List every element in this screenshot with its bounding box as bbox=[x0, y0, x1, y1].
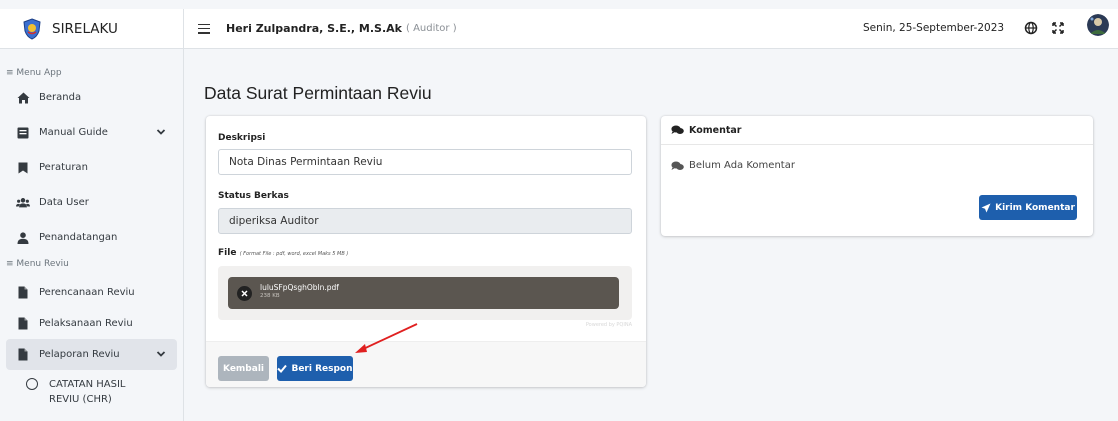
annotation-arrow-icon bbox=[355, 323, 418, 353]
bookmark-icon bbox=[16, 161, 30, 175]
home-icon bbox=[16, 91, 30, 105]
sidebar-item-label: Data User bbox=[39, 197, 89, 208]
form-card: Deskripsi Nota Dinas Permintaan Reviu St… bbox=[206, 116, 646, 387]
description-label: Deskripsi bbox=[218, 133, 266, 143]
sidebar-item-pelaporan-reviu[interactable]: Pelaporan Reviu bbox=[6, 339, 177, 370]
user-name: Heri Zulpandra, S.E., M.S.Ak bbox=[226, 22, 402, 35]
status-field: diperiksa Auditor bbox=[218, 208, 632, 234]
globe-icon[interactable] bbox=[1024, 21, 1038, 35]
sidebar-item-label: Beranda bbox=[39, 92, 82, 103]
comments-title: Komentar bbox=[689, 124, 742, 136]
no-comment-text: Belum Ada Komentar bbox=[689, 160, 795, 171]
sidebar-item-peraturan[interactable]: Peraturan bbox=[6, 152, 177, 183]
remove-file-button[interactable] bbox=[237, 286, 252, 301]
sidebar-subitem-label: CATATAN HASIL REVIU (CHR) bbox=[49, 379, 126, 405]
sidebar-item-label: Perencanaan Reviu bbox=[39, 287, 135, 298]
users-icon bbox=[16, 196, 30, 210]
sidebar-subitem-chr[interactable]: CATATAN HASIL REVIU (CHR) bbox=[6, 370, 177, 416]
fullscreen-icon[interactable] bbox=[1051, 21, 1065, 35]
circle-icon bbox=[26, 378, 38, 390]
menu-header-app: ≡ Menu App bbox=[6, 68, 62, 78]
back-button[interactable]: Kembali bbox=[218, 356, 269, 381]
sidebar-item-label: Penandatangan bbox=[39, 232, 118, 243]
file-label-text: File bbox=[218, 248, 237, 258]
current-date: Senin, 25-September-2023 bbox=[863, 22, 1005, 34]
sidebar-item-data-user[interactable]: Data User bbox=[6, 187, 177, 218]
page-title: Data Surat Permintaan Reviu bbox=[204, 83, 432, 103]
send-comment-label: Kirim Komentar bbox=[995, 202, 1075, 213]
sidebar-item-label: Pelaporan Reviu bbox=[39, 349, 120, 360]
file-label: File ( Format File : pdf, word, excel Ma… bbox=[218, 248, 348, 258]
brand[interactable]: SIRELAKU bbox=[0, 9, 183, 49]
no-comment-message: Belum Ada Komentar bbox=[671, 160, 795, 171]
chevron-down-icon[interactable] bbox=[155, 126, 167, 138]
close-icon bbox=[241, 290, 248, 297]
uploaded-file: luluSFpQsghObln.pdf 238 KB bbox=[228, 277, 619, 309]
chevron-down-icon[interactable] bbox=[155, 348, 167, 360]
check-icon bbox=[277, 364, 288, 373]
file-icon bbox=[16, 348, 30, 362]
comments-icon bbox=[671, 125, 684, 134]
comments-icon bbox=[671, 161, 684, 170]
user-role: ( Auditor ) bbox=[405, 23, 457, 34]
file-dropzone[interactable]: luluSFpQsghObln.pdf 238 KB bbox=[218, 266, 632, 320]
status-label: Status Berkas bbox=[218, 191, 289, 201]
description-field[interactable]: Nota Dinas Permintaan Reviu bbox=[218, 149, 632, 175]
sidebar-item-label: Peraturan bbox=[39, 162, 88, 173]
logo-icon bbox=[23, 17, 41, 40]
file-name: luluSFpQsghObln.pdf bbox=[260, 283, 339, 292]
file-size: 238 KB bbox=[260, 293, 280, 299]
respond-button[interactable]: Beri Respon bbox=[277, 356, 353, 381]
sidebar: SIRELAKU ≡ Menu App Beranda Manual Guide… bbox=[0, 9, 184, 421]
book-icon bbox=[16, 126, 30, 140]
file-format-hint: ( Format File : pdf, word, excel Maks 5 … bbox=[239, 251, 349, 257]
menu-header-reviu: ≡ Menu Reviu bbox=[6, 259, 69, 269]
user-icon bbox=[16, 231, 30, 245]
topbar: Heri Zulpandra, S.E., M.S.Ak ( Auditor )… bbox=[184, 9, 1118, 49]
file-icon bbox=[16, 286, 30, 300]
menu-icon[interactable] bbox=[198, 23, 210, 34]
form-footer: Kembali Beri Respon bbox=[206, 341, 646, 387]
sidebar-item-perencanaan-reviu[interactable]: Perencanaan Reviu bbox=[6, 277, 177, 308]
sidebar-item-label: Pelaksanaan Reviu bbox=[39, 318, 133, 329]
sidebar-item-beranda[interactable]: Beranda bbox=[6, 82, 177, 113]
sidebar-item-pelaksanaan-reviu[interactable]: Pelaksanaan Reviu bbox=[6, 308, 177, 339]
file-icon bbox=[16, 317, 30, 331]
comments-card: Komentar Belum Ada Komentar Kirim Koment… bbox=[661, 116, 1093, 236]
comments-header: Komentar bbox=[661, 116, 1093, 145]
send-icon bbox=[981, 203, 991, 212]
avatar[interactable] bbox=[1087, 14, 1109, 36]
sidebar-item-penandatangan[interactable]: Penandatangan bbox=[6, 222, 177, 253]
powered-by[interactable]: Powered by PQINA bbox=[586, 322, 632, 328]
sidebar-item-label: Manual Guide bbox=[39, 127, 108, 138]
sidebar-item-manual-guide[interactable]: Manual Guide bbox=[6, 117, 177, 148]
send-comment-button[interactable]: Kirim Komentar bbox=[979, 195, 1077, 220]
app-name: SIRELAKU bbox=[52, 20, 118, 37]
respond-button-label: Beri Respon bbox=[291, 363, 353, 374]
